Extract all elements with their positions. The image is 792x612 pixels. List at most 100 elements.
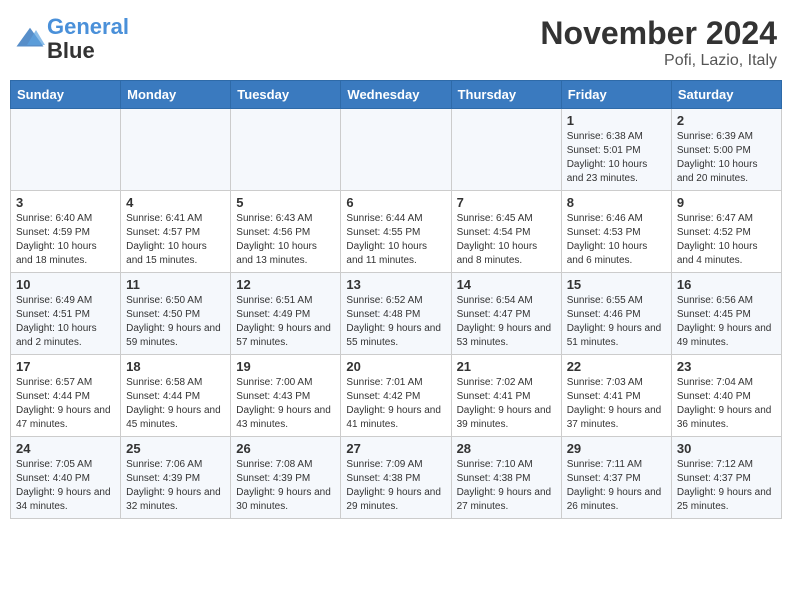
calendar-cell: 18 Sunrise: 6:58 AM Sunset: 4:44 PM Dayli… — [121, 355, 231, 437]
day-number: 21 — [457, 359, 556, 374]
day-number: 5 — [236, 195, 335, 210]
day-number: 7 — [457, 195, 556, 210]
day-info: Sunrise: 7:10 AM Sunset: 4:38 PM Dayligh… — [457, 458, 556, 514]
day-info: Sunrise: 7:02 AM Sunset: 4:41 PM Dayligh… — [457, 376, 556, 432]
calendar-cell: 17Sunrise: 6:57 AM Sunset: 4:44 PM Dayli… — [11, 355, 121, 437]
day-info: Sunrise: 6:58 AM Sunset: 4:44 PM Dayligh… — [126, 376, 225, 432]
day-info: Sunrise: 7:03 AM Sunset: 4:41 PM Dayligh… — [567, 376, 666, 432]
day-number: 18 — [126, 359, 225, 374]
calendar-cell: 5Sunrise: 6:43 AM Sunset: 4:56 PM Daylig… — [231, 191, 341, 273]
day-info: Sunrise: 6:45 AM Sunset: 4:54 PM Dayligh… — [457, 212, 556, 268]
day-number: 14 — [457, 277, 556, 292]
calendar-cell: 11 Sunrise: 6:50 AM Sunset: 4:50 PM Dayli… — [121, 273, 231, 355]
day-info: Sunrise: 6:47 AM Sunset: 4:52 PM Dayligh… — [677, 212, 776, 268]
calendar-cell: 23 Sunrise: 7:04 AM Sunset: 4:40 PM Dayli… — [671, 355, 781, 437]
day-number: 15 — [567, 277, 666, 292]
day-info: Sunrise: 6:55 AM Sunset: 4:46 PM Dayligh… — [567, 294, 666, 350]
calendar-cell: 9 Sunrise: 6:47 AM Sunset: 4:52 PM Daylig… — [671, 191, 781, 273]
calendar-cell: 24Sunrise: 7:05 AM Sunset: 4:40 PM Dayli… — [11, 437, 121, 519]
calendar-cell: 26 Sunrise: 7:08 AM Sunset: 4:39 PM Dayli… — [231, 437, 341, 519]
calendar-cell — [121, 109, 231, 191]
calendar-cell: 1Sunrise: 6:38 AM Sunset: 5:01 PM Daylig… — [561, 109, 671, 191]
day-info: Sunrise: 7:00 AM Sunset: 4:43 PM Dayligh… — [236, 376, 335, 432]
day-number: 9 — [677, 195, 776, 210]
logo-text: General Blue — [47, 15, 129, 63]
header-cell-wednesday: Wednesday — [341, 81, 451, 109]
calendar-week-3: 10 Sunrise: 6:49 AM Sunset: 4:51 PM Dayli… — [11, 273, 782, 355]
day-number: 23 — [677, 359, 776, 374]
day-info: Sunrise: 6:50 AM Sunset: 4:50 PM Dayligh… — [126, 294, 225, 350]
calendar-cell: 12 Sunrise: 6:51 AM Sunset: 4:49 PM Dayli… — [231, 273, 341, 355]
header-cell-sunday: Sunday — [11, 81, 121, 109]
day-number: 2 — [677, 113, 776, 128]
day-number: 29 — [567, 441, 666, 456]
day-info: Sunrise: 7:06 AM Sunset: 4:39 PM Dayligh… — [126, 458, 225, 514]
title-section: November 2024 Pofi, Lazio, Italy — [540, 15, 777, 70]
day-number: 27 — [346, 441, 445, 456]
calendar-cell: 22 Sunrise: 7:03 AM Sunset: 4:41 PM Dayli… — [561, 355, 671, 437]
day-info: Sunrise: 6:57 AM Sunset: 4:44 PM Dayligh… — [16, 376, 115, 432]
day-info: Sunrise: 6:51 AM Sunset: 4:49 PM Dayligh… — [236, 294, 335, 350]
day-number: 25 — [126, 441, 225, 456]
calendar-cell: 20Sunrise: 7:01 AM Sunset: 4:42 PM Dayli… — [341, 355, 451, 437]
calendar-cell: 27 Sunrise: 7:09 AM Sunset: 4:38 PM Dayli… — [341, 437, 451, 519]
day-number: 8 — [567, 195, 666, 210]
day-info: Sunrise: 7:12 AM Sunset: 4:37 PM Dayligh… — [677, 458, 776, 514]
calendar-cell: 30 Sunrise: 7:12 AM Sunset: 4:37 PM Dayli… — [671, 437, 781, 519]
calendar-cell: 4Sunrise: 6:41 AM Sunset: 4:57 PM Daylig… — [121, 191, 231, 273]
day-info: Sunrise: 7:09 AM Sunset: 4:38 PM Dayligh… — [346, 458, 445, 514]
header-cell-thursday: Thursday — [451, 81, 561, 109]
location: Pofi, Lazio, Italy — [540, 52, 777, 70]
calendar-week-2: 3Sunrise: 6:40 AM Sunset: 4:59 PM Daylig… — [11, 191, 782, 273]
calendar-cell: 19 Sunrise: 7:00 AM Sunset: 4:43 PM Dayli… — [231, 355, 341, 437]
calendar-cell: 6Sunrise: 6:44 AM Sunset: 4:55 PM Daylig… — [341, 191, 451, 273]
calendar-cell: 2 Sunrise: 6:39 AM Sunset: 5:00 PM Daylig… — [671, 109, 781, 191]
calendar-cell: 14Sunrise: 6:54 AM Sunset: 4:47 PM Dayli… — [451, 273, 561, 355]
header-cell-tuesday: Tuesday — [231, 81, 341, 109]
day-info: Sunrise: 6:40 AM Sunset: 4:59 PM Dayligh… — [16, 212, 115, 268]
day-number: 19 — [236, 359, 335, 374]
day-number: 10 — [16, 277, 115, 292]
header-row: SundayMondayTuesdayWednesdayThursdayFrid… — [11, 81, 782, 109]
day-number: 30 — [677, 441, 776, 456]
calendar-cell: 25 Sunrise: 7:06 AM Sunset: 4:39 PM Dayli… — [121, 437, 231, 519]
calendar-week-5: 24Sunrise: 7:05 AM Sunset: 4:40 PM Dayli… — [11, 437, 782, 519]
header-cell-friday: Friday — [561, 81, 671, 109]
calendar-cell: 21 Sunrise: 7:02 AM Sunset: 4:41 PM Dayli… — [451, 355, 561, 437]
day-info: Sunrise: 7:05 AM Sunset: 4:40 PM Dayligh… — [16, 458, 115, 514]
calendar-cell: 28Sunrise: 7:10 AM Sunset: 4:38 PM Dayli… — [451, 437, 561, 519]
day-info: Sunrise: 6:52 AM Sunset: 4:48 PM Dayligh… — [346, 294, 445, 350]
calendar-cell: 8Sunrise: 6:46 AM Sunset: 4:53 PM Daylig… — [561, 191, 671, 273]
day-info: Sunrise: 7:04 AM Sunset: 4:40 PM Dayligh… — [677, 376, 776, 432]
day-number: 6 — [346, 195, 445, 210]
page-header: General Blue November 2024 Pofi, Lazio, … — [10, 10, 782, 70]
day-info: Sunrise: 7:08 AM Sunset: 4:39 PM Dayligh… — [236, 458, 335, 514]
day-number: 13 — [346, 277, 445, 292]
calendar-week-1: 1Sunrise: 6:38 AM Sunset: 5:01 PM Daylig… — [11, 109, 782, 191]
day-number: 11 — [126, 277, 225, 292]
calendar-cell: 13 Sunrise: 6:52 AM Sunset: 4:48 PM Dayli… — [341, 273, 451, 355]
calendar-cell — [11, 109, 121, 191]
logo-icon — [15, 24, 45, 54]
calendar-cell: 29 Sunrise: 7:11 AM Sunset: 4:37 PM Dayli… — [561, 437, 671, 519]
header-cell-monday: Monday — [121, 81, 231, 109]
day-info: Sunrise: 6:39 AM Sunset: 5:00 PM Dayligh… — [677, 130, 776, 186]
day-info: Sunrise: 7:11 AM Sunset: 4:37 PM Dayligh… — [567, 458, 666, 514]
day-number: 12 — [236, 277, 335, 292]
day-number: 16 — [677, 277, 776, 292]
day-info: Sunrise: 6:38 AM Sunset: 5:01 PM Dayligh… — [567, 130, 666, 186]
calendar-table: SundayMondayTuesdayWednesdayThursdayFrid… — [10, 80, 782, 519]
day-number: 22 — [567, 359, 666, 374]
day-number: 26 — [236, 441, 335, 456]
calendar-cell: 7 Sunrise: 6:45 AM Sunset: 4:54 PM Daylig… — [451, 191, 561, 273]
calendar-cell: 3Sunrise: 6:40 AM Sunset: 4:59 PM Daylig… — [11, 191, 121, 273]
calendar-cell: 15 Sunrise: 6:55 AM Sunset: 4:46 PM Dayli… — [561, 273, 671, 355]
day-info: Sunrise: 6:49 AM Sunset: 4:51 PM Dayligh… — [16, 294, 115, 350]
calendar-body: 1Sunrise: 6:38 AM Sunset: 5:01 PM Daylig… — [11, 109, 782, 519]
logo: General Blue — [15, 15, 129, 63]
calendar-cell — [231, 109, 341, 191]
day-number: 4 — [126, 195, 225, 210]
calendar-cell — [451, 109, 561, 191]
month-title: November 2024 — [540, 15, 777, 52]
calendar-cell: 10 Sunrise: 6:49 AM Sunset: 4:51 PM Dayli… — [11, 273, 121, 355]
